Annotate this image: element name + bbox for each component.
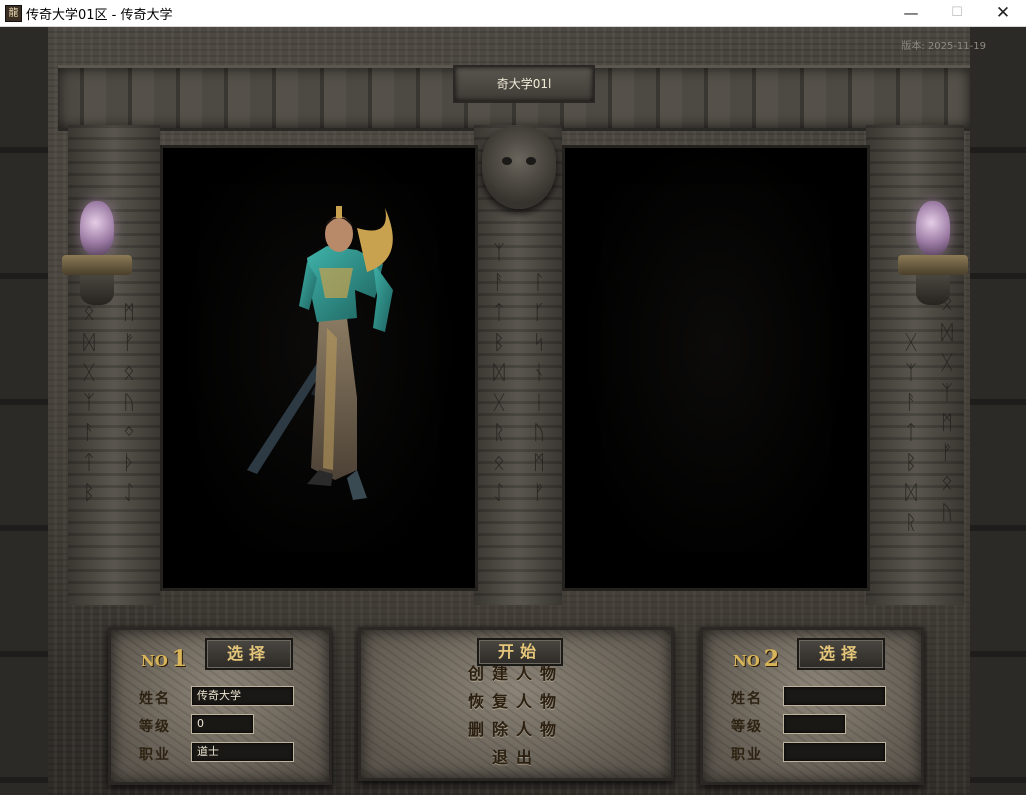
slot-1-number: NO 1	[141, 646, 188, 672]
rune-carving-icon: ᛗᚠᛟᚢᛜᚦᛇ	[123, 300, 135, 504]
name-value	[783, 686, 886, 706]
crystal-lamp-right-icon	[898, 201, 968, 311]
title-bar[interactable]: 龍 传奇大学01区 - 传奇大学 — ☐ ✕	[0, 0, 1026, 27]
close-button[interactable]: ✕	[980, 0, 1026, 26]
exit-button[interactable]: 退出	[361, 744, 671, 768]
server-name: 奇大学01l	[496, 77, 552, 91]
class-label: 职业	[139, 747, 171, 763]
window-title: 传奇大学01区 - 传奇大学	[26, 8, 173, 23]
server-name-plate: 奇大学01l	[453, 65, 595, 103]
class-label: 职业	[731, 747, 763, 763]
app-dragon-icon: 龍	[5, 5, 22, 22]
class-value	[783, 742, 886, 762]
character-select-screen: 版本: 2025-11-19 奇大学01l ᚱᛟᛞᚷᛉᚨᛏᛒ ᛗᚠᛟᚢᛜᚦᛇ ᛉ…	[0, 27, 1026, 795]
restore-character-button[interactable]: 恢复人物	[361, 688, 671, 712]
level-label: 等级	[139, 719, 171, 735]
delete-character-button[interactable]: 删除人物	[361, 716, 671, 740]
level-value	[783, 714, 846, 734]
character-slot-1-panel: NO 1 选择 姓名 传奇大学 等级 0 职业 道士	[108, 627, 332, 785]
select-slot-2-button[interactable]: 选择	[797, 638, 885, 670]
slot-2-number: NO 2	[733, 646, 780, 672]
character-slot-2-panel: NO 2 选择 姓名 等级 职业	[700, 627, 924, 785]
rune-carving-icon: ᛉᚨᛏᛒᛞᚷᚱᛟᛇ	[493, 240, 505, 504]
name-value: 传奇大学	[191, 686, 294, 706]
level-value: 0	[191, 714, 254, 734]
select-slot-1-button[interactable]: 选择	[205, 638, 293, 670]
level-label: 等级	[731, 719, 763, 735]
stone-wall-left	[0, 27, 48, 795]
stone-wall-right	[970, 27, 1026, 795]
name-label: 姓名	[139, 691, 171, 707]
class-value: 道士	[191, 742, 294, 762]
crystal-lamp-left-icon	[62, 201, 132, 311]
character-slot-2-display[interactable]	[562, 145, 870, 591]
name-label: 姓名	[731, 691, 763, 707]
rune-carving-icon: ᛟᛞᚷᛉᛗᚠᛟᚢ	[941, 290, 953, 524]
character-slot-1-display[interactable]	[160, 145, 478, 591]
taoist-character-icon	[247, 206, 393, 500]
minimize-button[interactable]: —	[888, 0, 934, 26]
rune-carving-icon: ᚷᛉᚨᛏᛒᛞᚱ	[905, 330, 917, 534]
gargoyle-carving-icon	[482, 127, 556, 209]
main-menu-panel: 开始 创建人物 恢复人物 删除人物 退出	[358, 627, 674, 781]
game-window: 龍 传奇大学01区 - 传奇大学 — ☐ ✕ 版本: 2025-11-19 奇大…	[0, 0, 1026, 795]
maximize-button[interactable]: ☐	[934, 0, 980, 26]
version-label: 版本: 2025-11-19	[901, 41, 986, 52]
rune-carving-icon: ᛚᚴᛋᚾᛁᚢᛗᚠ	[533, 270, 545, 504]
create-character-button[interactable]: 创建人物	[361, 660, 671, 684]
